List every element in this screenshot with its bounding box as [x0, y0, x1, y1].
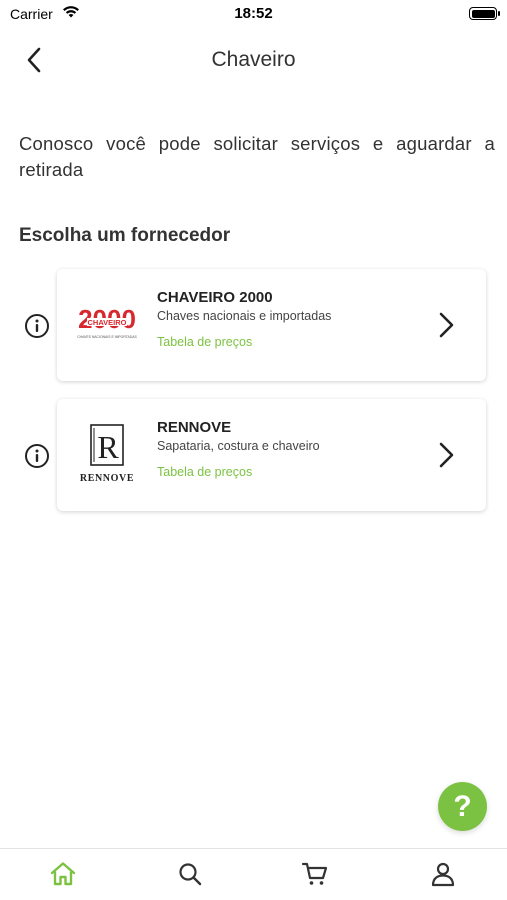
provider-description: Chaves nacionais e importadas [157, 309, 332, 323]
search-icon [179, 863, 202, 886]
logo-small-text: CHAVEIRO [87, 318, 126, 327]
provider-logo: R RENNOVE [69, 421, 145, 487]
page-title: Chaveiro [211, 48, 296, 71]
info-icon [25, 444, 49, 468]
logo-letter: R [97, 429, 119, 465]
price-table-link[interactable]: Tabela de preços [157, 335, 252, 349]
provider-logo: 2000 CHAVEIRO CHAVES NACIONAIS E IMPORTA… [69, 291, 145, 357]
tab-search[interactable] [175, 859, 205, 889]
cart-icon [301, 862, 328, 885]
clock: 18:52 [234, 5, 273, 22]
tab-home[interactable] [48, 859, 78, 889]
intro-text: Conosco você pode solicitar serviços e a… [19, 133, 495, 180]
help-button[interactable]: ? [438, 782, 487, 831]
provider-row: R RENNOVE RENNOVE Sapataria, costura e c… [0, 399, 507, 511]
tab-cart[interactable] [300, 859, 330, 889]
provider-description: Sapataria, costura e chaveiro [157, 439, 320, 453]
provider-name: RENNOVE [157, 419, 232, 436]
chevron-right-icon [436, 441, 458, 469]
home-icon [50, 862, 76, 886]
logo-tag-text: CHAVES NACIONAIS E IMPORTADAS [77, 335, 137, 339]
status-bar: Carrier 18:52 [0, 0, 507, 28]
section-title: Escolha um fornecedor [19, 225, 231, 246]
chevron-right-icon [436, 311, 458, 339]
provider-name: CHAVEIRO 2000 [157, 289, 273, 306]
info-button[interactable] [24, 443, 50, 469]
battery-icon [469, 7, 500, 20]
tab-bar [0, 848, 507, 900]
provider-card[interactable]: 2000 CHAVEIRO CHAVES NACIONAIS E IMPORTA… [57, 269, 486, 381]
info-button[interactable] [24, 313, 50, 339]
provider-card[interactable]: R RENNOVE RENNOVE Sapataria, costura e c… [57, 399, 486, 511]
price-table-link[interactable]: Tabela de preços [157, 465, 252, 479]
tab-profile[interactable] [428, 859, 458, 889]
user-icon [431, 862, 455, 887]
info-icon [25, 314, 49, 338]
provider-row: 2000 CHAVEIRO CHAVES NACIONAIS E IMPORTA… [0, 269, 507, 381]
logo-word: RENNOVE [80, 473, 134, 484]
